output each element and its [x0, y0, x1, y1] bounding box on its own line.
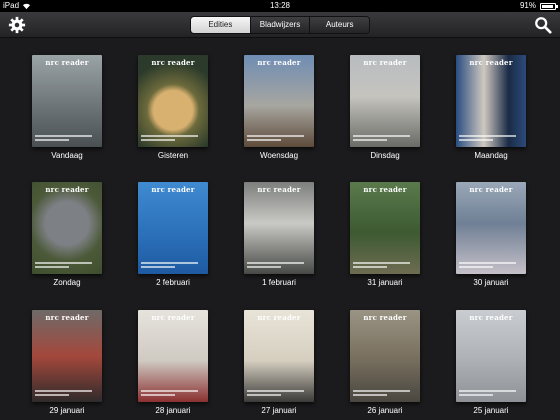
editions-grid: nrc reader Vandaag nrc reader Gisteren nrc r… — [0, 38, 560, 420]
cover-masthead: nrc reader — [151, 58, 195, 67]
cover-headline — [353, 133, 410, 141]
edition-label[interactable]: Zondag — [17, 278, 117, 287]
cover-masthead: nrc reader — [151, 313, 195, 322]
cover-headline — [141, 133, 198, 141]
edition-label[interactable]: Dinsdag — [335, 151, 435, 160]
cover-masthead: nrc reader — [469, 185, 513, 194]
edition-label[interactable]: 28 januari — [123, 406, 223, 415]
edition-label[interactable]: 31 januari — [335, 278, 435, 287]
cover-masthead: nrc reader — [257, 313, 301, 322]
cover-headline — [459, 133, 516, 141]
cover-masthead: nrc reader — [45, 185, 89, 194]
edition-label[interactable]: 30 januari — [441, 278, 541, 287]
cover-masthead: nrc reader — [469, 313, 513, 322]
edition-label[interactable]: 26 januari — [335, 406, 435, 415]
cover-headline — [247, 260, 304, 268]
cover-masthead: nrc reader — [45, 313, 89, 322]
edition-label[interactable]: Maandag — [441, 151, 541, 160]
cover-headline — [35, 260, 92, 268]
cover-masthead: nrc reader — [151, 185, 195, 194]
cover-headline — [141, 260, 198, 268]
status-time: 13:28 — [269, 1, 291, 10]
cover-masthead: nrc reader — [257, 58, 301, 67]
cover-headline — [141, 388, 198, 396]
cover-headline — [459, 388, 516, 396]
edition-cover[interactable]: nrc reader — [350, 182, 420, 274]
gear-icon[interactable] — [8, 16, 26, 34]
cover-masthead: nrc reader — [363, 58, 407, 67]
edition-label[interactable]: Gisteren — [123, 151, 223, 160]
status-bar: iPad 13:28 91% — [0, 0, 560, 12]
edition-cover[interactable]: nrc reader — [138, 55, 208, 147]
edition-cover[interactable]: nrc reader — [456, 182, 526, 274]
edition-cover[interactable]: nrc reader — [138, 310, 208, 402]
cover-headline — [35, 388, 92, 396]
edition-label[interactable]: 25 januari — [441, 406, 541, 415]
cover-headline — [35, 133, 92, 141]
edition-cover[interactable]: nrc reader — [244, 310, 314, 402]
tab-edities[interactable]: Edities — [191, 17, 251, 33]
edition-cover[interactable]: nrc reader — [32, 55, 102, 147]
edition-cover[interactable]: nrc reader — [244, 55, 314, 147]
cover-masthead: nrc reader — [363, 313, 407, 322]
toolbar: Edities Bladwijzers Auteurs — [0, 12, 560, 38]
edition-tabs: Edities Bladwijzers Auteurs — [190, 16, 370, 34]
battery-icon — [540, 3, 558, 10]
search-icon[interactable] — [534, 16, 552, 34]
cover-headline — [353, 388, 410, 396]
edition-cover[interactable]: nrc reader — [32, 310, 102, 402]
edition-cover[interactable]: nrc reader — [350, 55, 420, 147]
cover-masthead: nrc reader — [469, 58, 513, 67]
edition-label[interactable]: Woensdag — [229, 151, 329, 160]
edition-label[interactable]: Vandaag — [17, 151, 117, 160]
edition-label[interactable]: 1 februari — [229, 278, 329, 287]
cover-headline — [459, 260, 516, 268]
edition-cover[interactable]: nrc reader — [32, 182, 102, 274]
battery-percentage: 91% — [519, 1, 536, 10]
edition-cover[interactable]: nrc reader — [244, 182, 314, 274]
edition-cover[interactable]: nrc reader — [138, 182, 208, 274]
edition-label[interactable]: 29 januari — [17, 406, 117, 415]
tab-auteurs[interactable]: Auteurs — [310, 17, 369, 33]
edition-label[interactable]: 27 januari — [229, 406, 329, 415]
edition-cover[interactable]: nrc reader — [456, 55, 526, 147]
tab-bladwijzers[interactable]: Bladwijzers — [250, 17, 311, 33]
edition-cover[interactable]: nrc reader — [456, 310, 526, 402]
cover-masthead: nrc reader — [257, 185, 301, 194]
cover-headline — [247, 388, 304, 396]
cover-headline — [247, 133, 304, 141]
cover-masthead: nrc reader — [45, 58, 89, 67]
edition-label[interactable]: 2 februari — [123, 278, 223, 287]
cover-masthead: nrc reader — [363, 185, 407, 194]
edition-cover[interactable]: nrc reader — [350, 310, 420, 402]
cover-headline — [353, 260, 410, 268]
